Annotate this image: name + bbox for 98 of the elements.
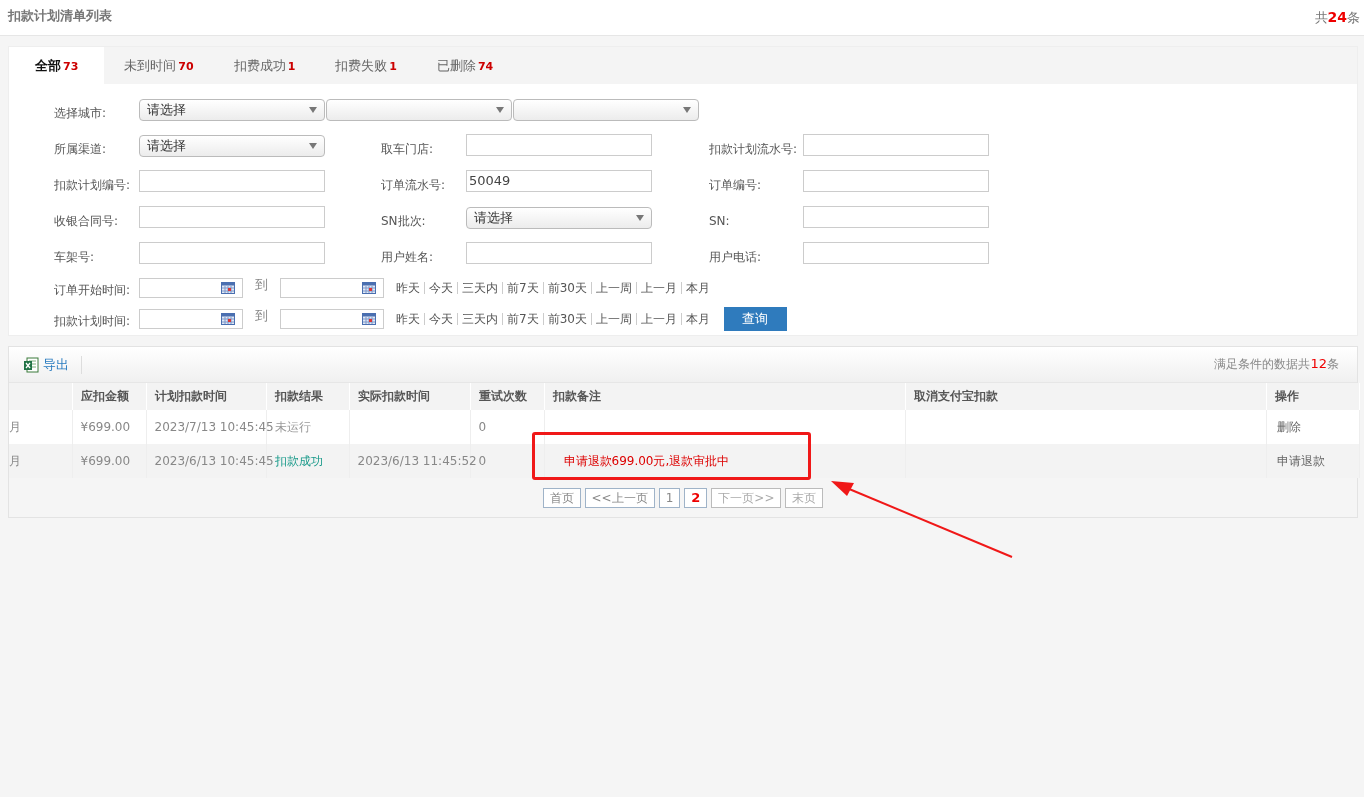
column-header: 计划扣款时间: [154, 389, 227, 403]
field-label: 用户电话:: [709, 248, 763, 266]
field-label: 用户姓名:: [381, 248, 435, 266]
table-cell: 月: [9, 453, 21, 468]
input-field[interactable]: [139, 241, 325, 264]
input-field[interactable]: [466, 133, 652, 156]
column-header: 应扣金额: [80, 389, 129, 403]
date-field[interactable]: [280, 277, 384, 298]
page-button[interactable]: 首页: [542, 487, 581, 508]
column-header: 重试次数: [478, 389, 527, 403]
table-cell: 未运行: [274, 419, 311, 434]
calendar-icon[interactable]: [221, 281, 235, 294]
table-cell: 0: [478, 454, 487, 468]
field-label: 订单编号:: [709, 176, 763, 194]
field-label: 取车门店:: [381, 140, 435, 158]
dropdown[interactable]: [326, 99, 512, 121]
quick-date-link[interactable]: 三天内: [457, 312, 502, 325]
column-header: 扣款备注: [552, 389, 601, 403]
tab[interactable]: 已删除 74: [416, 47, 514, 84]
row-action-link[interactable]: 申请退款: [1276, 453, 1325, 468]
range-separator: 到: [254, 306, 269, 325]
field-label: 订单开始时间:: [54, 282, 132, 299]
input-field[interactable]: [803, 205, 989, 228]
table-cell: ¥699.00: [80, 420, 131, 434]
calendar-icon[interactable]: [221, 312, 235, 325]
tab[interactable]: 扣费成功 1: [213, 47, 316, 84]
tab[interactable]: 全部73: [9, 47, 105, 84]
caret-icon: [636, 215, 644, 221]
input-field[interactable]: [803, 169, 989, 192]
input-field[interactable]: [466, 241, 652, 264]
column-header: 实际扣款时间: [357, 389, 430, 403]
page-title: 扣款计划清单列表: [8, 7, 112, 25]
field-label: 扣款计划时间:: [54, 313, 132, 330]
quick-date-link[interactable]: 上一月: [635, 312, 681, 325]
table-cell: 月: [9, 419, 21, 434]
table-cell: 2023/6/13 10:45:45: [154, 454, 274, 468]
quick-date-link[interactable]: 前30天: [542, 281, 591, 294]
quick-date-link[interactable]: 今天: [424, 281, 457, 294]
column-header: 操作: [1274, 389, 1299, 403]
quick-date-link[interactable]: 三天内: [457, 281, 502, 294]
caret-icon: [309, 143, 317, 149]
tab[interactable]: 未到时间 70: [104, 47, 214, 84]
quick-date-link[interactable]: 昨天: [394, 312, 424, 325]
quick-date-link[interactable]: 前7天: [502, 312, 543, 325]
date-field[interactable]: [139, 308, 243, 329]
field-label: 车架号:: [54, 248, 96, 266]
quick-date-link[interactable]: 今天: [424, 312, 457, 325]
dropdown[interactable]: 请选择: [466, 207, 652, 229]
range-separator: 到: [254, 275, 269, 294]
total-count: 共24条: [1314, 8, 1360, 27]
dropdown[interactable]: 请选择: [139, 99, 325, 121]
caret-icon: [309, 107, 317, 113]
field-label: 选择城市:: [54, 104, 108, 122]
column-header: 扣款结果: [274, 389, 323, 403]
field-label: SN:: [709, 214, 731, 228]
quick-date-link[interactable]: 上一月: [635, 281, 681, 294]
tab[interactable]: 扣费失败 1: [315, 47, 417, 84]
table-cell: 2023/6/13 11:45:52: [357, 454, 477, 468]
quick-date-link[interactable]: 本月: [680, 281, 714, 294]
table-cell: 申请退款699.00元,退款审批中: [563, 453, 730, 468]
column-header: 取消支付宝扣款: [913, 389, 998, 403]
field-label: 所属渠道:: [54, 140, 108, 158]
table-cell: 扣款成功: [274, 453, 323, 468]
caret-icon: [683, 107, 691, 113]
page-button[interactable]: 1: [658, 487, 681, 508]
caret-icon: [496, 107, 504, 113]
table-cell: 0: [478, 420, 487, 434]
quick-date-link[interactable]: 上一周: [590, 312, 636, 325]
quick-date-link[interactable]: 上一周: [590, 281, 636, 294]
row-action-link[interactable]: 删除: [1276, 419, 1301, 434]
table-cell: 2023/7/13 10:45:45: [154, 420, 274, 434]
table-cell: ¥699.00: [80, 454, 131, 468]
dropdown[interactable]: 请选择: [139, 135, 325, 157]
input-field[interactable]: [139, 205, 325, 228]
page-button[interactable]: 2: [684, 487, 708, 508]
field-label: 收银合同号:: [54, 212, 120, 230]
input-field[interactable]: 50049: [466, 169, 652, 192]
export-button[interactable]: 导出: [23, 355, 82, 374]
field-label: SN批次:: [381, 212, 427, 230]
field-label: 扣款计划编号:: [54, 176, 132, 194]
result-summary: 满足条件的数据共12条: [1214, 356, 1339, 373]
field-label: 扣款计划流水号:: [709, 140, 799, 158]
input-field[interactable]: [803, 241, 989, 264]
dropdown[interactable]: [513, 99, 699, 121]
page-button[interactable]: <<上一页: [584, 487, 655, 508]
quick-date-link[interactable]: 前7天: [502, 281, 543, 294]
calendar-icon[interactable]: [362, 281, 376, 294]
date-field[interactable]: [280, 308, 384, 329]
spreadsheet-icon: [23, 356, 39, 373]
input-field[interactable]: [139, 169, 325, 192]
quick-date-link[interactable]: 前30天: [542, 312, 591, 325]
quick-date-link[interactable]: 本月: [680, 312, 714, 325]
input-field[interactable]: [803, 133, 989, 156]
calendar-icon[interactable]: [362, 312, 376, 325]
date-field[interactable]: [139, 277, 243, 298]
quick-date-link[interactable]: 昨天: [394, 281, 424, 294]
field-label: 订单流水号:: [381, 176, 447, 194]
search-button[interactable]: 查询: [723, 306, 787, 331]
